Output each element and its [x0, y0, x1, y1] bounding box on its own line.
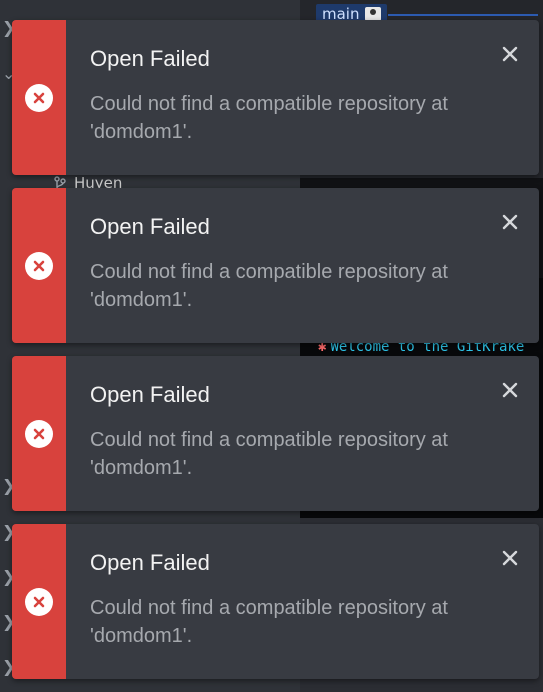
toast-message: Could not find a compatible repository a…	[90, 93, 448, 143]
error-x-icon	[25, 588, 53, 616]
toast-message: Could not find a compatible repository a…	[90, 429, 448, 479]
toast-title: Open Failed	[90, 550, 210, 575]
error-toast: Open Failed Could not find a compatible …	[12, 524, 539, 679]
avatar	[365, 7, 382, 21]
error-x-icon	[25, 84, 53, 112]
error-toast: Open Failed Could not find a compatible …	[12, 356, 539, 511]
close-icon[interactable]	[496, 40, 524, 68]
app-window: ❯ ⌄ ❯ ❯ ❯ ❯ ❯ Huyen main ✱ Welcome to the…	[0, 0, 543, 692]
error-x-icon	[25, 420, 53, 448]
close-icon[interactable]	[496, 376, 524, 404]
error-toast: Open Failed Could not find a compatible …	[12, 188, 539, 343]
error-x-icon	[25, 252, 53, 280]
toast-title: Open Failed	[90, 382, 210, 407]
toast-title: Open Failed	[90, 46, 210, 71]
close-icon[interactable]	[496, 208, 524, 236]
branch-line	[388, 14, 538, 16]
close-icon[interactable]	[496, 544, 524, 572]
toast-message: Could not find a compatible repository a…	[90, 597, 448, 647]
toast-message: Could not find a compatible repository a…	[90, 261, 448, 311]
error-toast: Open Failed Could not find a compatible …	[12, 20, 539, 175]
toast-title: Open Failed	[90, 214, 210, 239]
